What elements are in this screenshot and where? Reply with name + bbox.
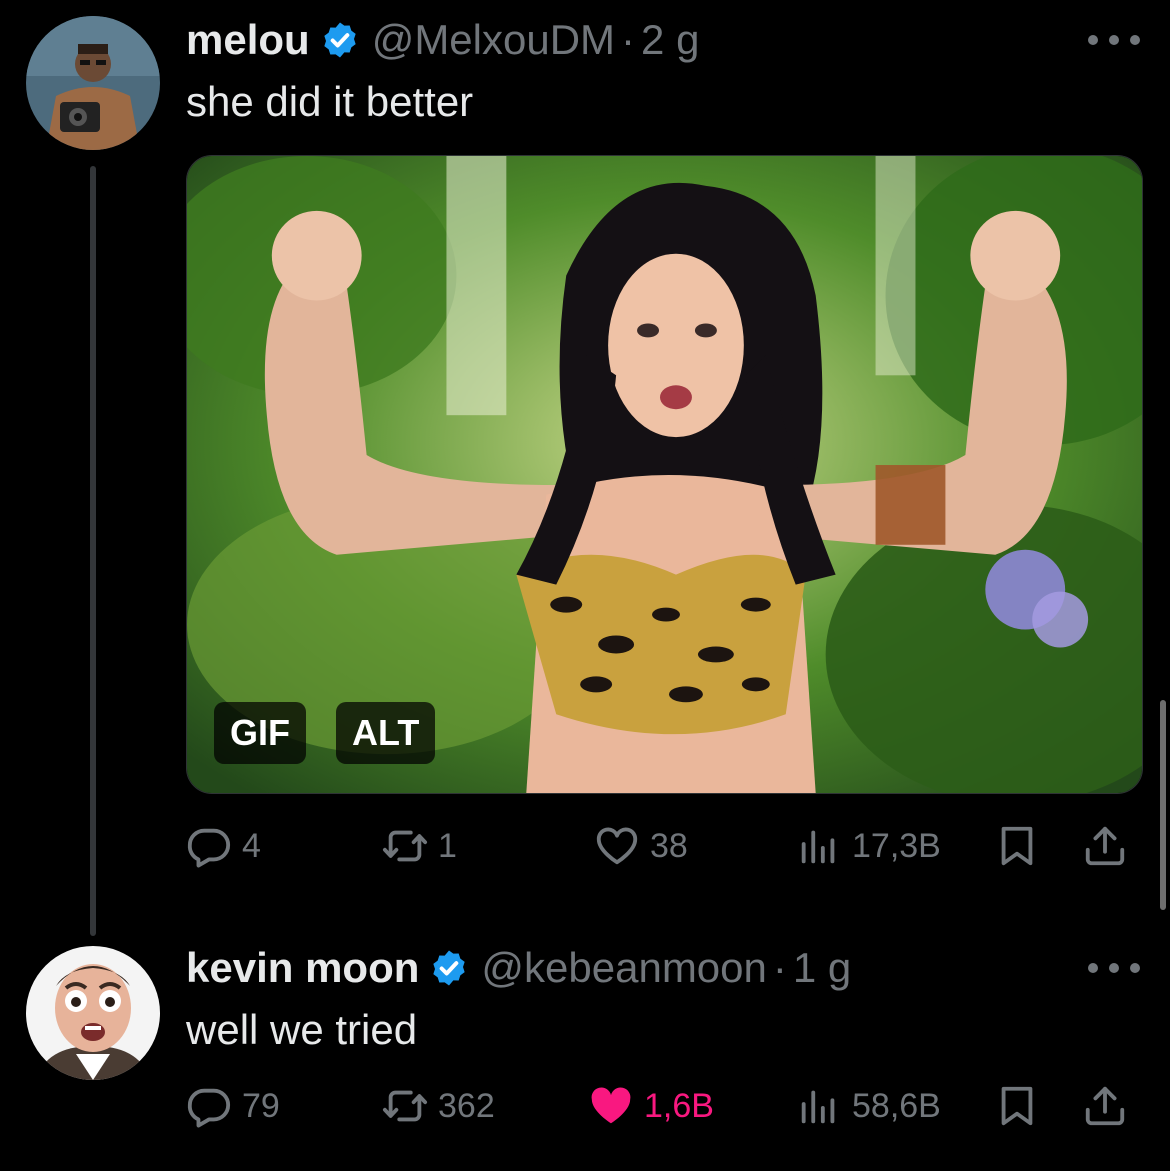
- tweet-text: well we tried: [186, 1006, 418, 1053]
- share-icon: [1082, 1083, 1128, 1129]
- repost-button[interactable]: 362: [382, 1076, 495, 1136]
- repost-count: 362: [438, 1086, 495, 1125]
- display-name[interactable]: kevin moon: [186, 944, 419, 992]
- like-count: 1,6B: [644, 1086, 714, 1125]
- repost-count: 1: [438, 826, 457, 865]
- timestamp[interactable]: 2 g: [641, 16, 699, 64]
- repost-button[interactable]: 1: [382, 816, 457, 876]
- more-options-icon[interactable]: [1088, 28, 1140, 52]
- tweet-text: she did it better: [186, 78, 474, 125]
- reply-count: 79: [242, 1086, 280, 1125]
- gif-preview-image: [187, 156, 1142, 793]
- share-button[interactable]: [1082, 816, 1128, 876]
- reply-button[interactable]: 79: [186, 1076, 280, 1136]
- analytics-icon: [796, 1083, 842, 1129]
- timestamp[interactable]: 1 g: [793, 944, 851, 992]
- view-count: 17,3B: [852, 826, 941, 865]
- heart-filled-icon: [588, 1083, 634, 1129]
- avatar-melou[interactable]: [26, 16, 160, 150]
- separator-dot: ·: [621, 16, 636, 63]
- views-button[interactable]: 58,6B: [796, 1076, 941, 1136]
- reply-icon: [186, 823, 232, 869]
- bookmark-button[interactable]: [994, 816, 1040, 876]
- view-count: 58,6B: [852, 1086, 941, 1125]
- tweet-media-gif[interactable]: [186, 155, 1143, 794]
- avatar-photo-man-with-camera: [26, 16, 160, 150]
- display-name[interactable]: melou: [186, 16, 310, 64]
- reply-button[interactable]: 4: [186, 816, 261, 876]
- verified-badge-icon: [429, 948, 469, 988]
- alt-text-button[interactable]: ALT: [336, 702, 436, 764]
- views-button[interactable]: 17,3B: [796, 816, 941, 876]
- repost-icon: [382, 823, 428, 869]
- bookmark-icon: [994, 823, 1040, 869]
- bookmark-icon: [994, 1083, 1040, 1129]
- like-button[interactable]: 38: [594, 816, 688, 876]
- more-options-icon[interactable]: [1088, 956, 1140, 980]
- analytics-icon: [796, 823, 842, 869]
- like-button-active[interactable]: 1,6B: [588, 1076, 714, 1136]
- avatar-photo-surprised-face: [26, 946, 160, 1080]
- reply-icon: [186, 1083, 232, 1129]
- avatar-kevin-moon[interactable]: [26, 946, 160, 1080]
- tweet-header: melou @MelxouDM · 2 g: [186, 12, 699, 68]
- conversation-thread: melou @MelxouDM · 2 g she did it better: [0, 0, 1170, 1171]
- thread-connector-line: [90, 166, 96, 936]
- separator-dot: ·: [772, 944, 787, 991]
- heart-icon: [594, 823, 640, 869]
- bookmark-button[interactable]: [994, 1076, 1040, 1136]
- like-count: 38: [650, 826, 688, 865]
- tweet-header: kevin moon @kebeanmoon · 1 g: [186, 940, 851, 996]
- handle[interactable]: @MelxouDM: [372, 16, 615, 64]
- handle[interactable]: @kebeanmoon: [481, 944, 767, 992]
- tweet-actions: 79 362 1,6B 58,6B: [186, 1076, 1146, 1136]
- verified-badge-icon: [320, 20, 360, 60]
- gif-badge: GIF: [214, 702, 306, 764]
- reply-count: 4: [242, 826, 261, 865]
- repost-icon: [382, 1083, 428, 1129]
- scrollbar[interactable]: [1160, 700, 1166, 910]
- tweet-actions: 4 1 38 17,3B: [186, 816, 1146, 876]
- share-icon: [1082, 823, 1128, 869]
- share-button[interactable]: [1082, 1076, 1128, 1136]
